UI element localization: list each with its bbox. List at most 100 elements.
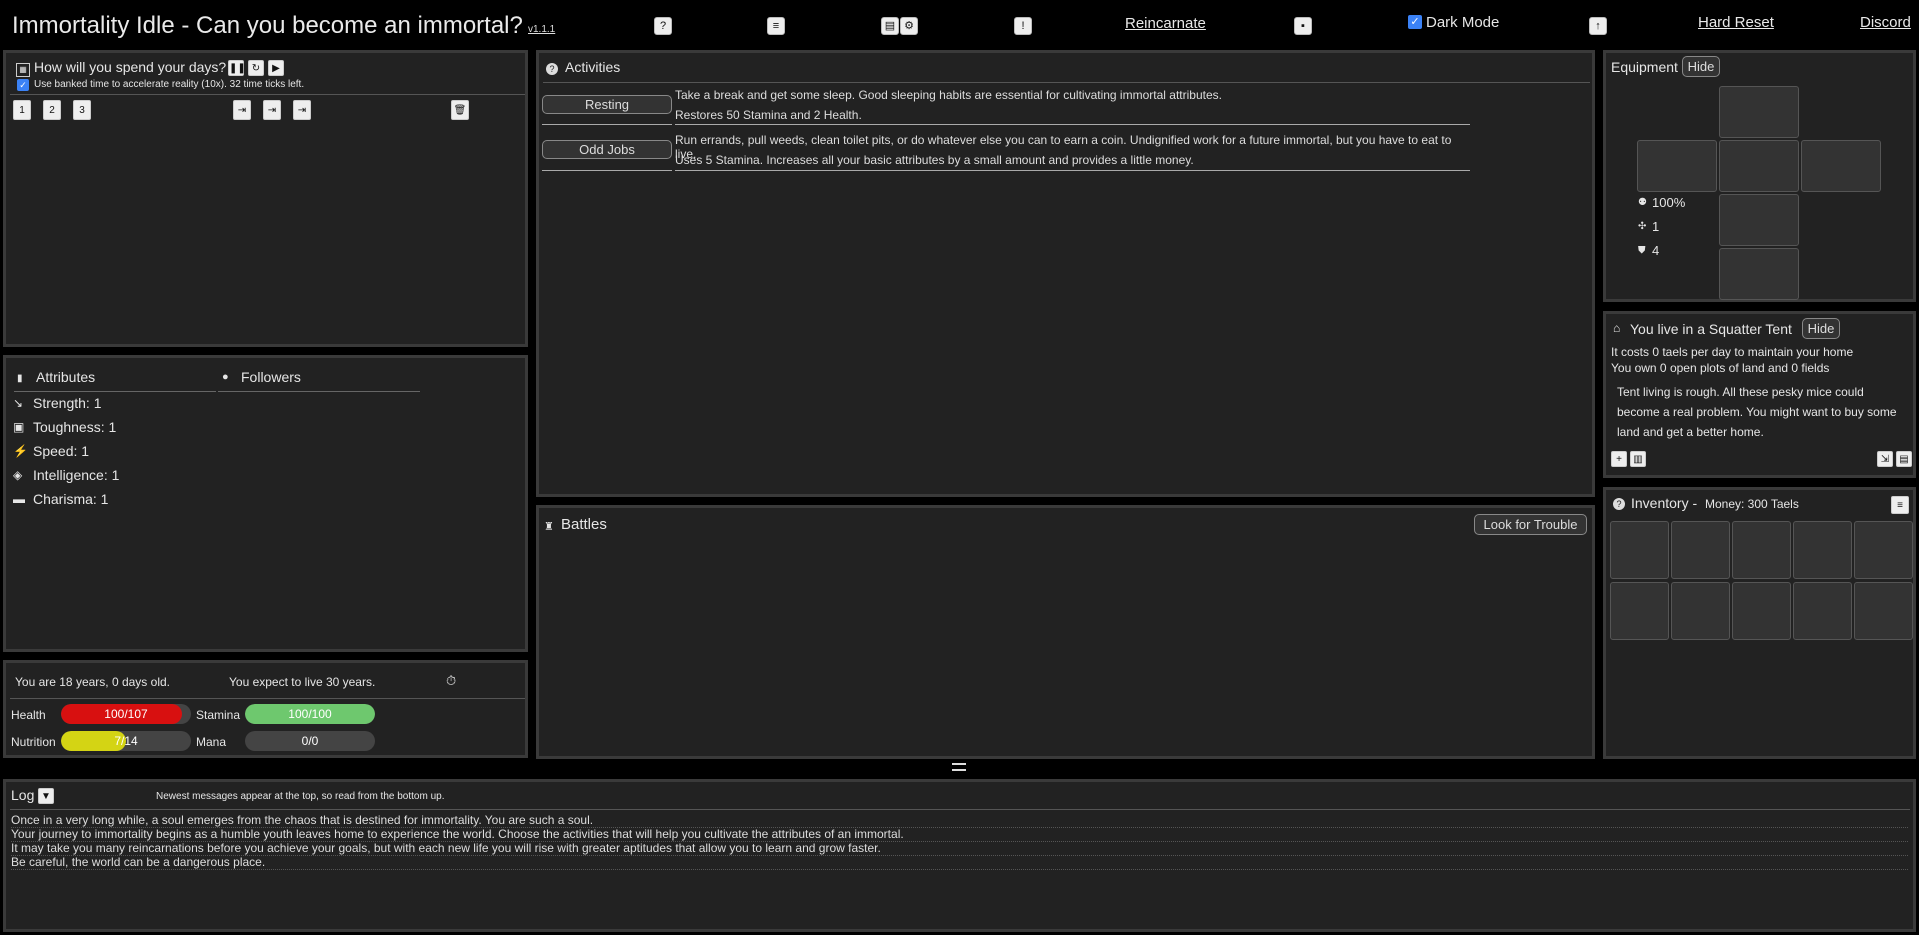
save-schedule-3-icon[interactable]: ⇥ [293, 100, 311, 120]
equipment-stat-defense: 4 [1652, 243, 1660, 258]
inventory-slot[interactable] [1854, 582, 1913, 640]
tab-attributes[interactable]: Attributes [36, 369, 95, 385]
save-schedule-2-icon[interactable]: ⇥ [263, 100, 281, 120]
odd-jobs-effect: Uses 5 Stamina. Increases all your basic… [675, 153, 1194, 167]
export-icon[interactable]: ↑ [1589, 17, 1607, 35]
resting-effect: Restores 50 Stamina and 2 Health. [675, 108, 862, 122]
hard-reset-link[interactable]: Hard Reset [1698, 14, 1774, 31]
home-panel: ⌂ You live in a Squatter Tent Hide It co… [1603, 311, 1916, 478]
equipment-title: Equipment [1611, 59, 1678, 75]
nutrition-label: Nutrition [11, 735, 56, 749]
health-label: Health [11, 708, 46, 722]
schedule-panel: ▦ How will you spend your days? ❚❚ ↻ ▶ ✓… [3, 50, 528, 347]
achievements-icon[interactable]: ! [1014, 17, 1032, 35]
resize-handle[interactable] [952, 763, 966, 771]
attack-icon: ✣ [1638, 221, 1647, 232]
store-icon[interactable]: ▥ [1630, 451, 1646, 467]
repeat-icon[interactable]: ↻ [248, 60, 264, 76]
equipment-stat-attack: 1 [1652, 219, 1660, 234]
speed-icon: ⚡ [13, 444, 28, 458]
inventory-slot[interactable] [1671, 521, 1730, 579]
calendar-icon: ▦ [16, 63, 30, 77]
schedule-title: How will you spend your days? [34, 59, 227, 75]
book-icon[interactable]: ▤ [881, 17, 899, 35]
inventory-slot[interactable] [1610, 521, 1669, 579]
equipment-hide-button[interactable]: Hide [1682, 56, 1720, 77]
battles-title: Battles [561, 516, 607, 533]
play-icon[interactable]: ▶ [268, 60, 284, 76]
equipment-slot-head[interactable] [1719, 86, 1799, 138]
activities-title: Activities [565, 59, 621, 75]
attributes-panel: ▮ Attributes ● Followers ↘ Strength: 1 ▣… [3, 355, 528, 652]
home-hide-button[interactable]: Hide [1802, 318, 1840, 339]
save-schedule-1-icon[interactable]: ⇥ [233, 100, 251, 120]
app-title: Immortality Idle - Can you become an imm… [12, 12, 523, 39]
help-icon[interactable]: ? [654, 17, 672, 35]
mana-bar: 0/0 [245, 731, 375, 751]
reincarnate-link[interactable]: Reincarnate [1125, 15, 1206, 32]
dark-mode-checkbox[interactable]: ✓ [1408, 15, 1422, 29]
bar-chart-icon: ▮ [17, 373, 23, 384]
inventory-slot[interactable] [1610, 582, 1669, 640]
buy-land-icon[interactable]: + [1611, 451, 1627, 467]
equipment-slot-left-hand[interactable] [1637, 140, 1717, 192]
stamina-label: Stamina [196, 708, 241, 722]
clipboard-2-icon[interactable]: 2 [43, 100, 61, 120]
look-for-trouble-button[interactable]: Look for Trouble [1474, 514, 1587, 535]
home-icon: ⌂ [1613, 321, 1621, 335]
clipboard-1-icon[interactable]: 1 [13, 100, 31, 120]
bank-time-checkbox[interactable]: ✓ [17, 79, 29, 91]
inventory-slot[interactable] [1671, 582, 1730, 640]
collapse-icon[interactable]: ⇲ [1877, 451, 1893, 467]
equipment-slot-body[interactable] [1719, 140, 1799, 192]
people-icon: ⚉ [1638, 197, 1647, 208]
inventory-slot[interactable] [1793, 582, 1852, 640]
clear-schedule-icon[interactable]: 🗑 [451, 100, 469, 120]
inventory-title: Inventory - [1631, 495, 1698, 511]
battles-panel: ♜ Battles Look for Trouble [536, 505, 1595, 759]
help-circle-icon[interactable]: ? [546, 63, 558, 75]
resting-divider [675, 124, 1470, 125]
home-land-text: You own 0 open plots of land and 0 field… [1611, 361, 1830, 375]
inventory-slot[interactable] [1854, 521, 1913, 579]
inventory-slot[interactable] [1732, 521, 1791, 579]
equipment-slot-right-hand[interactable] [1801, 140, 1881, 192]
castle-icon: ♜ [544, 521, 554, 533]
log-line: Once in a very long while, a soul emerge… [11, 814, 1908, 828]
stamina-bar: 100/100 [245, 704, 375, 724]
status-divider [10, 698, 525, 699]
equipment-slot-legs[interactable] [1719, 194, 1799, 246]
equipment-slot-feet[interactable] [1719, 248, 1799, 300]
stopwatch-icon[interactable]: ⏱ [446, 673, 456, 689]
inventory-slot[interactable] [1793, 521, 1852, 579]
changelog-icon[interactable]: ≡ [767, 17, 785, 35]
odd-jobs-button-divider [542, 170, 672, 171]
attribute-intelligence: Intelligence: 1 [33, 467, 120, 483]
log-panel: Log ▼ Newest messages appear at the top,… [3, 779, 1916, 932]
pause-icon[interactable]: ❚❚ [228, 60, 246, 76]
save-icon[interactable]: ▪ [1294, 17, 1312, 35]
furniture-icon[interactable]: ▤ [1896, 451, 1912, 467]
sort-icon[interactable]: ≡ [1891, 496, 1909, 514]
strength-icon: ↘ [13, 396, 24, 410]
discord-link[interactable]: Discord [1860, 14, 1911, 31]
settings-gear-icon[interactable]: ⚙ [900, 17, 918, 35]
tab-followers[interactable]: Followers [241, 369, 301, 385]
attributes-tab-underline [14, 391, 216, 392]
log-line: It may take you many reincarnations befo… [11, 842, 1908, 856]
dark-mode-label: Dark Mode [1426, 14, 1500, 31]
life-expectancy-text: You expect to live 30 years. [229, 675, 376, 689]
log-divider [10, 809, 1910, 810]
log-title: Log [11, 787, 35, 803]
resting-button[interactable]: Resting [542, 95, 672, 114]
health-bar: 100/107 [61, 704, 191, 724]
version-link[interactable]: v1.1.1 [528, 24, 555, 35]
schedule-divider [10, 94, 525, 95]
inventory-help-icon[interactable]: ? [1613, 498, 1625, 510]
mana-label: Mana [196, 735, 227, 749]
clipboard-3-icon[interactable]: 3 [73, 100, 91, 120]
odd-jobs-button[interactable]: Odd Jobs [542, 140, 672, 159]
intelligence-icon: ◈ [13, 468, 23, 482]
inventory-slot[interactable] [1732, 582, 1791, 640]
filter-icon[interactable]: ▼ [38, 788, 54, 804]
